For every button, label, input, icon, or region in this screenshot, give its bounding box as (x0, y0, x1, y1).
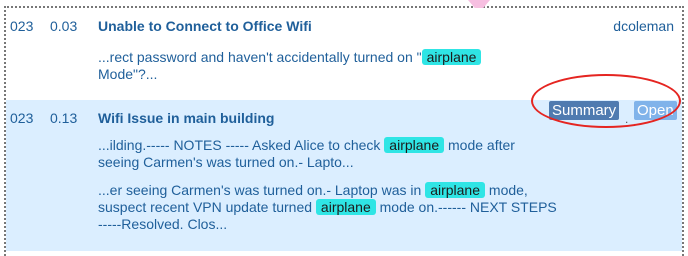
result-title-link[interactable]: Wifi Issue in main building (98, 110, 274, 126)
result-user-link[interactable]: dcoleman (613, 18, 674, 34)
snippet-text: ...er seeing Carmen's was turned on.- La… (98, 182, 426, 198)
result-row: 023 0.03 Unable to Connect to Office Wif… (6, 8, 682, 98)
search-highlight: airplane (425, 182, 486, 198)
result-snippet: ...er seeing Carmen's was turned on.- La… (98, 182, 558, 233)
search-highlight: airplane (384, 137, 445, 153)
result-row-selected: 023 0.13 Wifi Issue in main building Sum… (6, 100, 682, 251)
snippet-text: ...ilding.----- NOTES ----- Asked Alice … (98, 137, 385, 153)
result-title-link[interactable]: Unable to Connect to Office Wifi (98, 18, 312, 34)
result-date: 023 (10, 18, 34, 34)
result-snippet: ...rect password and haven't accidentall… (98, 49, 558, 83)
result-score: 0.13 (50, 110, 78, 126)
summary-button[interactable]: Summary (549, 101, 620, 120)
result-score: 0.03 (50, 18, 78, 34)
snippet-text: ...rect password and haven't accidentall… (98, 49, 422, 65)
search-highlight: airplane (315, 199, 376, 215)
search-highlight: airplane (421, 49, 482, 65)
open-button[interactable]: Open (634, 101, 677, 120)
action-separator: . (625, 112, 629, 126)
result-snippet: ...ilding.----- NOTES ----- Asked Alice … (98, 137, 558, 171)
result-date: 023 (10, 110, 34, 126)
snippet-text: Mode"?... (98, 66, 158, 82)
